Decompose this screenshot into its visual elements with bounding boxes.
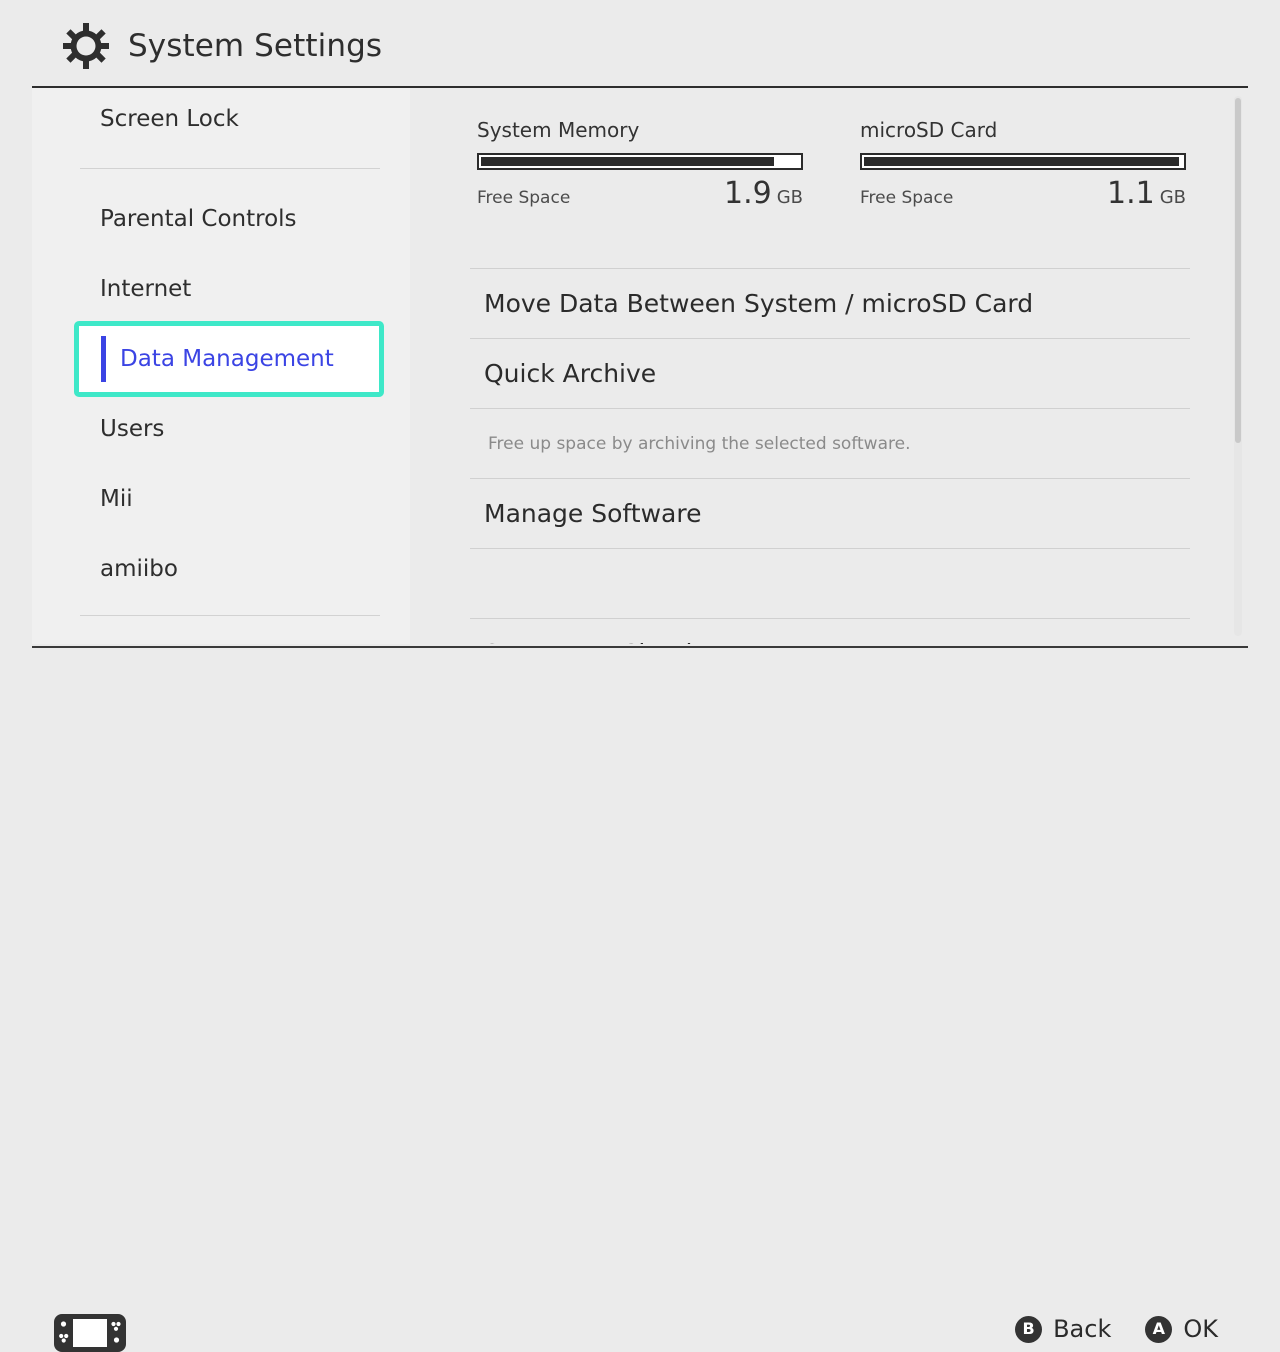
menu-item-save-data-cloud[interactable]: Save Data Cloud bbox=[470, 618, 1190, 644]
sidebar-item-label: Parental Controls bbox=[100, 206, 297, 232]
sidebar-item-label: amiibo bbox=[100, 556, 178, 582]
storage-footer: Free Space 1.9 GB bbox=[477, 179, 803, 209]
sidebar-item-screen-lock[interactable]: Screen Lock bbox=[32, 88, 410, 154]
usage-bar-fill bbox=[864, 157, 1179, 166]
data-management-menu: Move Data Between System / microSD Card … bbox=[470, 268, 1190, 644]
sidebar-item-label: Users bbox=[100, 416, 164, 442]
sidebar-item-label: Data Management bbox=[120, 346, 334, 372]
nintendo-switch-icon bbox=[54, 1314, 126, 1352]
menu-item-label: Quick Archive bbox=[484, 359, 656, 388]
page-title: System Settings bbox=[128, 28, 382, 64]
ok-label: OK bbox=[1183, 1315, 1218, 1343]
free-space-label: Free Space bbox=[860, 188, 953, 208]
b-button-icon: B bbox=[1015, 1316, 1042, 1343]
sidebar-item-label: Screen Lock bbox=[100, 106, 239, 132]
quick-archive-description: Free up space by archiving the selected … bbox=[470, 408, 1190, 478]
menu-item-label: Move Data Between System / microSD Card bbox=[484, 289, 1033, 318]
sidebar-item-internet[interactable]: Internet bbox=[32, 254, 410, 324]
header-title-group: System Settings bbox=[62, 22, 382, 70]
storage-title: System Memory bbox=[477, 118, 807, 142]
selection-indicator-bar bbox=[101, 336, 106, 382]
sidebar-item-amiibo[interactable]: amiibo bbox=[32, 534, 410, 604]
free-space-value: 1.1 GB bbox=[1107, 179, 1186, 209]
a-button-icon: A bbox=[1145, 1316, 1172, 1343]
menu-item-label: Save Data Cloud bbox=[484, 639, 692, 644]
app-footer: B Back A OK bbox=[0, 648, 1280, 720]
sidebar-item-label: Mii bbox=[100, 486, 133, 512]
settings-sidebar[interactable]: Screen Lock Parental Controls Internet D… bbox=[32, 88, 410, 644]
free-space-number: 1.1 bbox=[1107, 179, 1155, 209]
menu-item-manage-software[interactable]: Manage Software bbox=[470, 478, 1190, 548]
back-action[interactable]: B Back bbox=[1015, 1315, 1111, 1343]
system-memory-usage-bar bbox=[477, 153, 803, 170]
free-space-unit: GB bbox=[1160, 187, 1186, 208]
ok-action[interactable]: A OK bbox=[1145, 1315, 1218, 1343]
storage-footer: Free Space 1.1 GB bbox=[860, 179, 1186, 209]
main-scrollbar-thumb[interactable] bbox=[1235, 98, 1241, 443]
menu-item-quick-archive[interactable]: Quick Archive bbox=[470, 338, 1190, 408]
free-space-value: 1.9 GB bbox=[724, 179, 803, 209]
sidebar-item-users[interactable]: Users bbox=[32, 394, 410, 464]
data-management-panel: System Memory Free Space 1.9 GB microSD … bbox=[410, 88, 1248, 644]
sidebar-item-data-management[interactable]: Data Management bbox=[74, 321, 384, 397]
sidebar-item-mii[interactable]: Mii bbox=[32, 464, 410, 534]
menu-item-move-data[interactable]: Move Data Between System / microSD Card bbox=[470, 268, 1190, 338]
free-space-number: 1.9 bbox=[724, 179, 772, 209]
menu-item-label: Manage Software bbox=[484, 499, 701, 528]
usage-bar-fill bbox=[481, 157, 774, 166]
sidebar-item-label: Internet bbox=[100, 276, 191, 302]
system-memory-storage: System Memory Free Space 1.9 GB bbox=[477, 118, 807, 209]
sidebar-divider bbox=[80, 168, 380, 169]
menu-item-description: Free up space by archiving the selected … bbox=[484, 434, 911, 454]
footer-action-hints: B Back A OK bbox=[1015, 1315, 1218, 1343]
free-space-unit: GB bbox=[777, 187, 803, 208]
gear-icon bbox=[62, 22, 110, 70]
storage-title: microSD Card bbox=[860, 118, 1190, 142]
microsd-usage-bar bbox=[860, 153, 1186, 170]
back-label: Back bbox=[1053, 1315, 1111, 1343]
sidebar-divider bbox=[80, 615, 380, 616]
microsd-card-storage: microSD Card Free Space 1.1 GB bbox=[860, 118, 1190, 209]
main-scrollbar[interactable] bbox=[1234, 96, 1242, 636]
free-space-label: Free Space bbox=[477, 188, 570, 208]
sidebar-item-parental-controls[interactable]: Parental Controls bbox=[32, 184, 410, 254]
app-header: System Settings bbox=[0, 0, 1280, 88]
menu-item-blank[interactable] bbox=[470, 548, 1190, 618]
